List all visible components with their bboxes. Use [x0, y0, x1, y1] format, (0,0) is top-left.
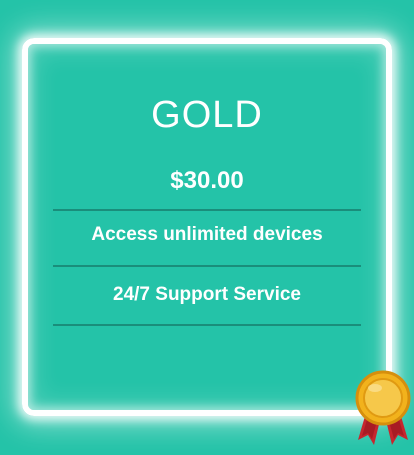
- divider-bottom: [53, 324, 361, 326]
- plan-title: GOLD: [151, 94, 263, 136]
- plan-price: $30.00: [170, 167, 244, 194]
- divider-top: [53, 209, 361, 211]
- gold-medal-icon: [352, 366, 414, 450]
- feature-item-devices: Access unlimited devices: [91, 224, 323, 245]
- divider-middle: [53, 265, 361, 267]
- feature-item-support: 24/7 Support Service: [113, 284, 301, 305]
